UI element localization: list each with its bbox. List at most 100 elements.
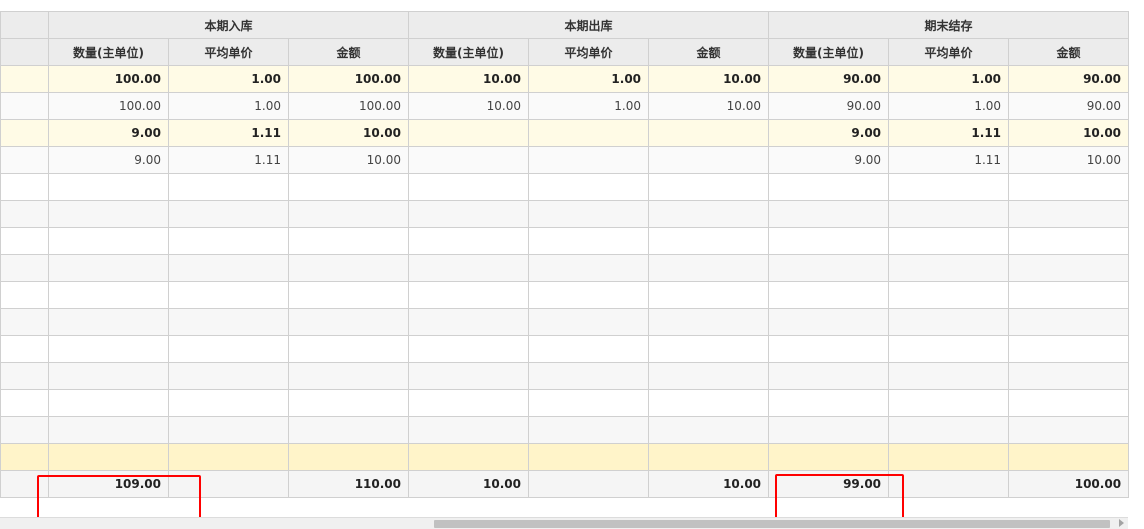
empty-cell bbox=[648, 335, 770, 363]
empty-cell bbox=[408, 335, 530, 363]
empty-cell bbox=[287, 335, 410, 363]
table-cell[interactable]: 90.00 bbox=[768, 65, 890, 93]
empty-cell bbox=[408, 227, 530, 255]
table-cell[interactable]: 9.00 bbox=[768, 119, 890, 147]
table-row[interactable]: 100.00 1.00 100.00 10.00 1.00 10.00 90.0… bbox=[0, 65, 1130, 93]
empty-cell bbox=[408, 281, 530, 309]
empty-cell bbox=[768, 173, 890, 201]
column-header[interactable]: 数量(主单位) bbox=[48, 38, 169, 66]
group-header-row: 本期入库 本期出库 期末结存 bbox=[0, 11, 1130, 39]
empty-cell bbox=[48, 227, 169, 255]
row-stub bbox=[0, 146, 49, 174]
empty-cell bbox=[768, 254, 890, 282]
table-cell[interactable]: 90.00 bbox=[1008, 65, 1130, 93]
empty-cell bbox=[287, 416, 410, 444]
table-cell[interactable]: 1.11 bbox=[168, 146, 289, 174]
summary-band-row bbox=[0, 443, 1130, 471]
table-cell[interactable]: 1.11 bbox=[888, 146, 1010, 174]
empty-cell bbox=[888, 173, 1010, 201]
table-cell[interactable]: 100.00 bbox=[48, 65, 169, 93]
row-stub bbox=[0, 389, 49, 417]
column-header[interactable]: 平均单价 bbox=[168, 38, 289, 66]
row-stub bbox=[0, 335, 49, 363]
table-cell[interactable]: 10.00 bbox=[648, 65, 770, 93]
header-stub bbox=[0, 11, 49, 39]
empty-cell bbox=[408, 200, 530, 228]
empty-cell bbox=[648, 389, 770, 417]
row-stub bbox=[0, 281, 49, 309]
table-cell[interactable]: 1.00 bbox=[888, 92, 1010, 120]
header-stub bbox=[0, 38, 49, 66]
table-cell[interactable]: 1.00 bbox=[168, 65, 289, 93]
table-cell[interactable]: 90.00 bbox=[768, 92, 890, 120]
table-cell[interactable]: 90.00 bbox=[1008, 92, 1130, 120]
empty-cell bbox=[528, 443, 650, 471]
table-cell[interactable]: 1.00 bbox=[528, 65, 650, 93]
empty-cell bbox=[648, 227, 770, 255]
horizontal-scrollbar[interactable] bbox=[0, 517, 1128, 529]
empty-cell bbox=[168, 308, 289, 336]
column-header[interactable]: 金额 bbox=[1008, 38, 1130, 66]
row-stub bbox=[0, 416, 49, 444]
table-cell[interactable]: 1.00 bbox=[888, 65, 1010, 93]
empty-cell bbox=[768, 227, 890, 255]
table-cell[interactable]: 1.11 bbox=[888, 119, 1010, 147]
table-row[interactable]: 9.00 1.11 10.00 9.00 1.11 10.00 bbox=[0, 146, 1130, 174]
table-cell[interactable]: 9.00 bbox=[768, 146, 890, 174]
empty-cell bbox=[1008, 173, 1130, 201]
table-cell[interactable]: 10.00 bbox=[408, 92, 530, 120]
empty-row bbox=[0, 389, 1130, 417]
table-cell[interactable] bbox=[648, 119, 770, 147]
column-header[interactable]: 数量(主单位) bbox=[408, 38, 530, 66]
table-cell[interactable]: 100.00 bbox=[287, 65, 410, 93]
table-cell[interactable] bbox=[408, 119, 530, 147]
empty-cell bbox=[528, 335, 650, 363]
empty-cell bbox=[648, 254, 770, 282]
table-row[interactable]: 9.00 1.11 10.00 9.00 1.11 10.00 bbox=[0, 119, 1130, 147]
column-header[interactable]: 金额 bbox=[287, 38, 410, 66]
empty-cell bbox=[1008, 254, 1130, 282]
empty-cell bbox=[648, 362, 770, 390]
table-cell[interactable]: 10.00 bbox=[287, 119, 410, 147]
table-cell[interactable]: 10.00 bbox=[1008, 119, 1130, 147]
empty-cell bbox=[408, 443, 530, 471]
table-cell[interactable]: 10.00 bbox=[287, 146, 410, 174]
table-cell[interactable] bbox=[648, 146, 770, 174]
scroll-right-arrow-icon[interactable] bbox=[1119, 519, 1124, 527]
total-cell bbox=[528, 470, 650, 498]
table-cell[interactable]: 10.00 bbox=[1008, 146, 1130, 174]
column-header[interactable]: 金额 bbox=[648, 38, 770, 66]
row-stub bbox=[0, 92, 49, 120]
table-cell[interactable] bbox=[528, 146, 650, 174]
table-cell[interactable]: 100.00 bbox=[48, 92, 169, 120]
table-cell[interactable] bbox=[528, 119, 650, 147]
empty-cell bbox=[287, 254, 410, 282]
table-cell[interactable]: 10.00 bbox=[408, 65, 530, 93]
empty-cell bbox=[48, 200, 169, 228]
empty-cell bbox=[1008, 335, 1130, 363]
total-cell bbox=[888, 470, 1010, 498]
empty-row bbox=[0, 200, 1130, 228]
empty-cell bbox=[168, 200, 289, 228]
column-header[interactable]: 平均单价 bbox=[888, 38, 1010, 66]
table-row[interactable]: 100.00 1.00 100.00 10.00 1.00 10.00 90.0… bbox=[0, 92, 1130, 120]
total-cell: 110.00 bbox=[287, 470, 410, 498]
table-cell[interactable]: 1.11 bbox=[168, 119, 289, 147]
empty-cell bbox=[768, 443, 890, 471]
empty-cell bbox=[888, 362, 1010, 390]
column-header[interactable]: 数量(主单位) bbox=[768, 38, 890, 66]
table-cell[interactable] bbox=[408, 146, 530, 174]
empty-cell bbox=[528, 254, 650, 282]
table-cell[interactable]: 10.00 bbox=[648, 92, 770, 120]
column-header[interactable]: 平均单价 bbox=[528, 38, 650, 66]
empty-cell bbox=[648, 173, 770, 201]
table-cell[interactable]: 9.00 bbox=[48, 119, 169, 147]
table-cell[interactable]: 9.00 bbox=[48, 146, 169, 174]
table-cell[interactable]: 1.00 bbox=[528, 92, 650, 120]
scrollbar-thumb[interactable] bbox=[434, 520, 1110, 528]
table-cell[interactable]: 1.00 bbox=[168, 92, 289, 120]
empty-row bbox=[0, 227, 1130, 255]
empty-cell bbox=[408, 389, 530, 417]
group-header-outbound: 本期出库 bbox=[408, 11, 770, 39]
table-cell[interactable]: 100.00 bbox=[287, 92, 410, 120]
